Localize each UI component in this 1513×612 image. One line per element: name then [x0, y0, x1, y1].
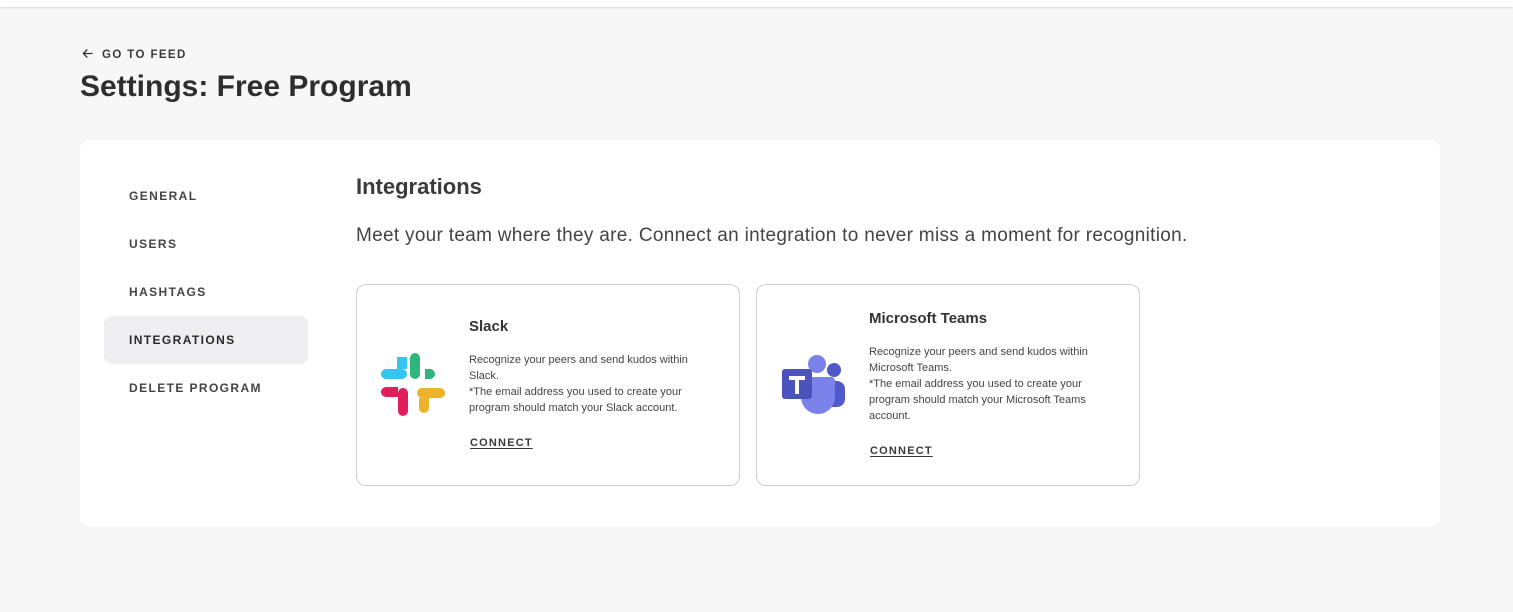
top-bar	[0, 0, 1513, 7]
slack-description-line: Recognize your peers and send kudos with…	[469, 354, 688, 382]
slack-name: Slack	[469, 318, 509, 335]
teams-integration-card: Microsoft Teams Recognize your peers and…	[756, 284, 1140, 486]
page-title: Settings: Free Program	[80, 70, 412, 103]
sidebar-item-integrations[interactable]: INTEGRATIONS	[104, 316, 308, 364]
microsoft-teams-logo-icon	[779, 351, 847, 419]
slack-logo-icon	[379, 351, 447, 419]
sidebar-item-delete-program[interactable]: DELETE PROGRAM	[104, 364, 308, 412]
teams-name: Microsoft Teams	[869, 310, 988, 327]
teams-connect-link[interactable]: CONNECT	[870, 445, 933, 457]
arrow-left-icon	[81, 47, 94, 63]
teams-email-note: *The email address you used to create yo…	[869, 378, 1086, 422]
settings-panel: GENERAL USERS HASHTAGS INTEGRATIONS DELE…	[80, 140, 1440, 526]
teams-description: Recognize your peers and send kudos with…	[869, 344, 1119, 424]
section-title: Integrations	[356, 174, 482, 199]
slack-integration-card: Slack Recognize your peers and send kudo…	[356, 284, 740, 486]
slack-description: Recognize your peers and send kudos with…	[469, 352, 719, 416]
sidebar-item-users[interactable]: USERS	[104, 220, 308, 268]
teams-description-line: Recognize your peers and send kudos with…	[869, 346, 1088, 374]
sidebar-item-general[interactable]: GENERAL	[104, 172, 308, 220]
settings-sidebar: GENERAL USERS HASHTAGS INTEGRATIONS DELE…	[104, 172, 308, 412]
slack-connect-link[interactable]: CONNECT	[470, 437, 533, 449]
go-to-feed-label: GO TO FEED	[102, 49, 187, 61]
sidebar-item-hashtags[interactable]: HASHTAGS	[104, 268, 308, 316]
slack-email-note: *The email address you used to create yo…	[469, 386, 682, 414]
go-to-feed-link[interactable]: GO TO FEED	[81, 47, 187, 63]
section-description: Meet your team where they are. Connect a…	[356, 225, 1188, 246]
